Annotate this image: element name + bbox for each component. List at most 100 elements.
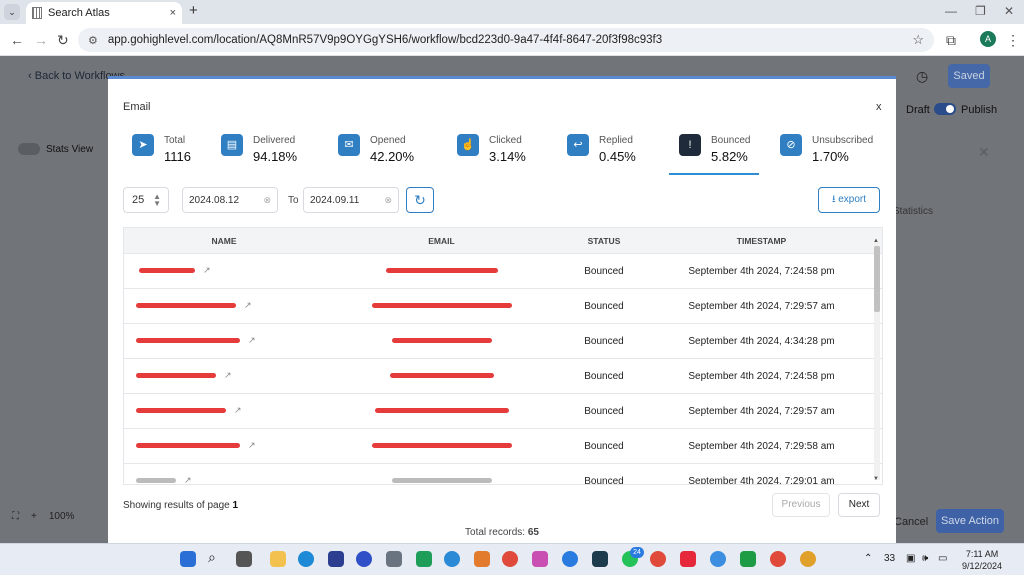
stat-bounced[interactable]: ! Bounced 5.82% <box>669 131 759 175</box>
browser-menu-icon[interactable]: ⋮ <box>1006 32 1020 49</box>
column-status[interactable]: STATUS <box>559 236 649 246</box>
stat-opened[interactable]: ✉ Opened 42.20% <box>338 131 414 173</box>
external-link-icon[interactable]: ↗ <box>184 475 192 484</box>
name-cell[interactable]: ↗ <box>124 440 324 451</box>
app-icon[interactable] <box>710 551 726 567</box>
name-cell[interactable]: ↗ <box>124 370 324 381</box>
toggle-switch[interactable] <box>18 143 40 155</box>
export-button[interactable]: ⭳ export <box>818 187 880 213</box>
clear-date-icon[interactable]: ⊗ <box>263 195 271 206</box>
external-link-icon[interactable]: ↗ <box>244 300 252 310</box>
network-icon[interactable]: ▣ <box>906 553 915 564</box>
external-link-icon[interactable]: ↗ <box>248 335 256 345</box>
next-button[interactable]: Next <box>838 493 880 517</box>
panel-close-icon[interactable]: ✕ <box>978 144 990 161</box>
clear-date-icon[interactable]: ⊗ <box>384 195 392 206</box>
name-cell[interactable]: ↗ <box>124 405 324 416</box>
history-icon[interactable]: ◷ <box>916 68 928 85</box>
chrome-icon[interactable] <box>800 551 816 567</box>
timestamp-cell: September 4th 2024, 7:29:58 am <box>688 440 835 452</box>
settings-icon[interactable] <box>386 551 402 567</box>
tab-close-icon[interactable]: × <box>170 7 176 19</box>
weather-temp[interactable]: 33 <box>884 553 895 564</box>
app-icon[interactable] <box>592 551 608 567</box>
zoom-app-icon[interactable] <box>356 551 372 567</box>
new-tab-icon[interactable]: + <box>189 2 198 19</box>
back-arrow-icon[interactable]: ← <box>10 32 24 48</box>
snipping-tool-icon[interactable] <box>532 551 548 567</box>
chrome-icon[interactable] <box>770 551 786 567</box>
search-icon[interactable]: ⌕ <box>208 549 224 565</box>
table-row[interactable]: ↗ Bounced September 4th 2024, 7:29:58 am <box>124 429 882 464</box>
name-cell[interactable]: ↗ <box>124 335 324 346</box>
scroll-down-icon[interactable]: ▼ <box>873 476 879 482</box>
date-to-field[interactable]: 2024.09.11 ⊗ <box>303 187 399 213</box>
task-view-icon[interactable] <box>236 551 252 567</box>
table-row[interactable]: ↗ Bounced September 4th 2024, 7:29:57 am <box>124 289 882 324</box>
bookmark-star-icon[interactable]: ☆ <box>912 32 924 48</box>
window-close-icon[interactable]: ✕ <box>1004 4 1014 18</box>
column-name[interactable]: NAME <box>124 236 324 246</box>
volume-icon[interactable]: 🕪 <box>922 553 928 564</box>
table-row[interactable]: ↗ Bounced September 4th 2024, 4:34:28 pm <box>124 324 882 359</box>
store-icon[interactable] <box>328 551 344 567</box>
saved-button[interactable]: Saved <box>948 64 990 88</box>
publish-toggle[interactable] <box>934 103 956 115</box>
table-row[interactable]: ↗ Bounced September 4th 2024, 7:24:58 pm <box>124 359 882 394</box>
external-link-icon[interactable]: ↗ <box>203 265 211 275</box>
name-cell[interactable]: ↗ <box>124 300 324 311</box>
cancel-button[interactable]: Cancel <box>894 516 928 528</box>
external-link-icon[interactable]: ↗ <box>234 405 242 415</box>
minimize-icon[interactable]: — <box>945 4 957 18</box>
windows-start-icon[interactable] <box>180 551 196 567</box>
stat-delivered[interactable]: ▤ Delivered 94.18% <box>221 131 297 173</box>
system-clock[interactable]: 7:11 AM 9/12/2024 <box>962 548 1002 572</box>
site-info-icon[interactable]: ⚙ <box>88 34 98 47</box>
tab-search-icon[interactable]: ⌄ <box>4 4 20 20</box>
app-icon[interactable] <box>444 551 460 567</box>
stat-unsubscribed[interactable]: ⊘ Unsubscribed 1.70% <box>780 131 873 173</box>
app-icon[interactable] <box>740 551 756 567</box>
chrome-icon[interactable] <box>502 551 518 567</box>
chrome-icon[interactable] <box>650 551 666 567</box>
file-explorer-icon[interactable] <box>270 551 286 567</box>
name-cell[interactable]: ↗ <box>124 265 324 276</box>
name-cell[interactable]: ↗ <box>124 475 324 484</box>
stat-clicked[interactable]: ☝ Clicked 3.14% <box>457 131 526 173</box>
reload-icon[interactable]: ↻ <box>57 32 69 49</box>
table-row[interactable]: ↗ Bounced September 4th 2024, 7:24:58 pm <box>124 254 882 289</box>
url-input[interactable]: ⚙ app.gohighlevel.com/location/AQ8MnR57V… <box>78 28 934 52</box>
column-timestamp[interactable]: TIMESTAMP <box>649 236 874 246</box>
table-scrollbar[interactable]: ▲ ▼ <box>872 238 882 484</box>
app-icon[interactable] <box>562 551 578 567</box>
stat-total[interactable]: ➤ Total 1116 <box>132 131 191 173</box>
external-link-icon[interactable]: ↗ <box>224 370 232 380</box>
stat-replied[interactable]: ↩ Replied 0.45% <box>567 131 636 173</box>
external-link-icon[interactable]: ↗ <box>248 440 256 450</box>
profile-avatar[interactable]: A <box>980 31 996 47</box>
app-icon[interactable] <box>416 551 432 567</box>
anydesk-icon[interactable] <box>680 551 696 567</box>
scroll-thumb[interactable] <box>874 246 880 312</box>
tray-chevron-icon[interactable]: ⌃ <box>864 553 872 564</box>
extensions-icon[interactable]: ⧉ <box>946 32 956 49</box>
battery-icon[interactable]: ▭ <box>938 553 947 564</box>
stats-view-toggle[interactable]: Stats View <box>18 143 93 155</box>
date-from-field[interactable]: 2024.08.12 ⊗ <box>182 187 278 213</box>
restore-icon[interactable]: ❐ <box>975 4 986 18</box>
modal-close-icon[interactable]: x <box>876 101 882 113</box>
table-row[interactable]: ↗ Bounced September 4th 2024, 7:29:01 am <box>124 464 882 484</box>
fit-view-icon[interactable]: ⛶ <box>12 511 19 522</box>
app-icon[interactable] <box>474 551 490 567</box>
table-row[interactable]: ↗ Bounced September 4th 2024, 7:29:57 am <box>124 394 882 429</box>
forward-arrow-icon[interactable]: → <box>34 32 48 48</box>
stepper-arrows-icon[interactable]: ▲ ▼ <box>153 193 161 208</box>
save-action-button[interactable]: Save Action <box>936 509 1004 533</box>
edge-icon[interactable] <box>298 551 314 567</box>
refresh-button[interactable]: ↻ <box>406 187 434 213</box>
zoom-in-icon[interactable]: + <box>31 511 37 522</box>
column-email[interactable]: EMAIL <box>324 236 559 246</box>
page-size-select[interactable]: 25 ▲ ▼ <box>123 187 169 213</box>
previous-button[interactable]: Previous <box>772 493 830 517</box>
browser-tab[interactable]: Search Atlas × <box>26 2 182 24</box>
